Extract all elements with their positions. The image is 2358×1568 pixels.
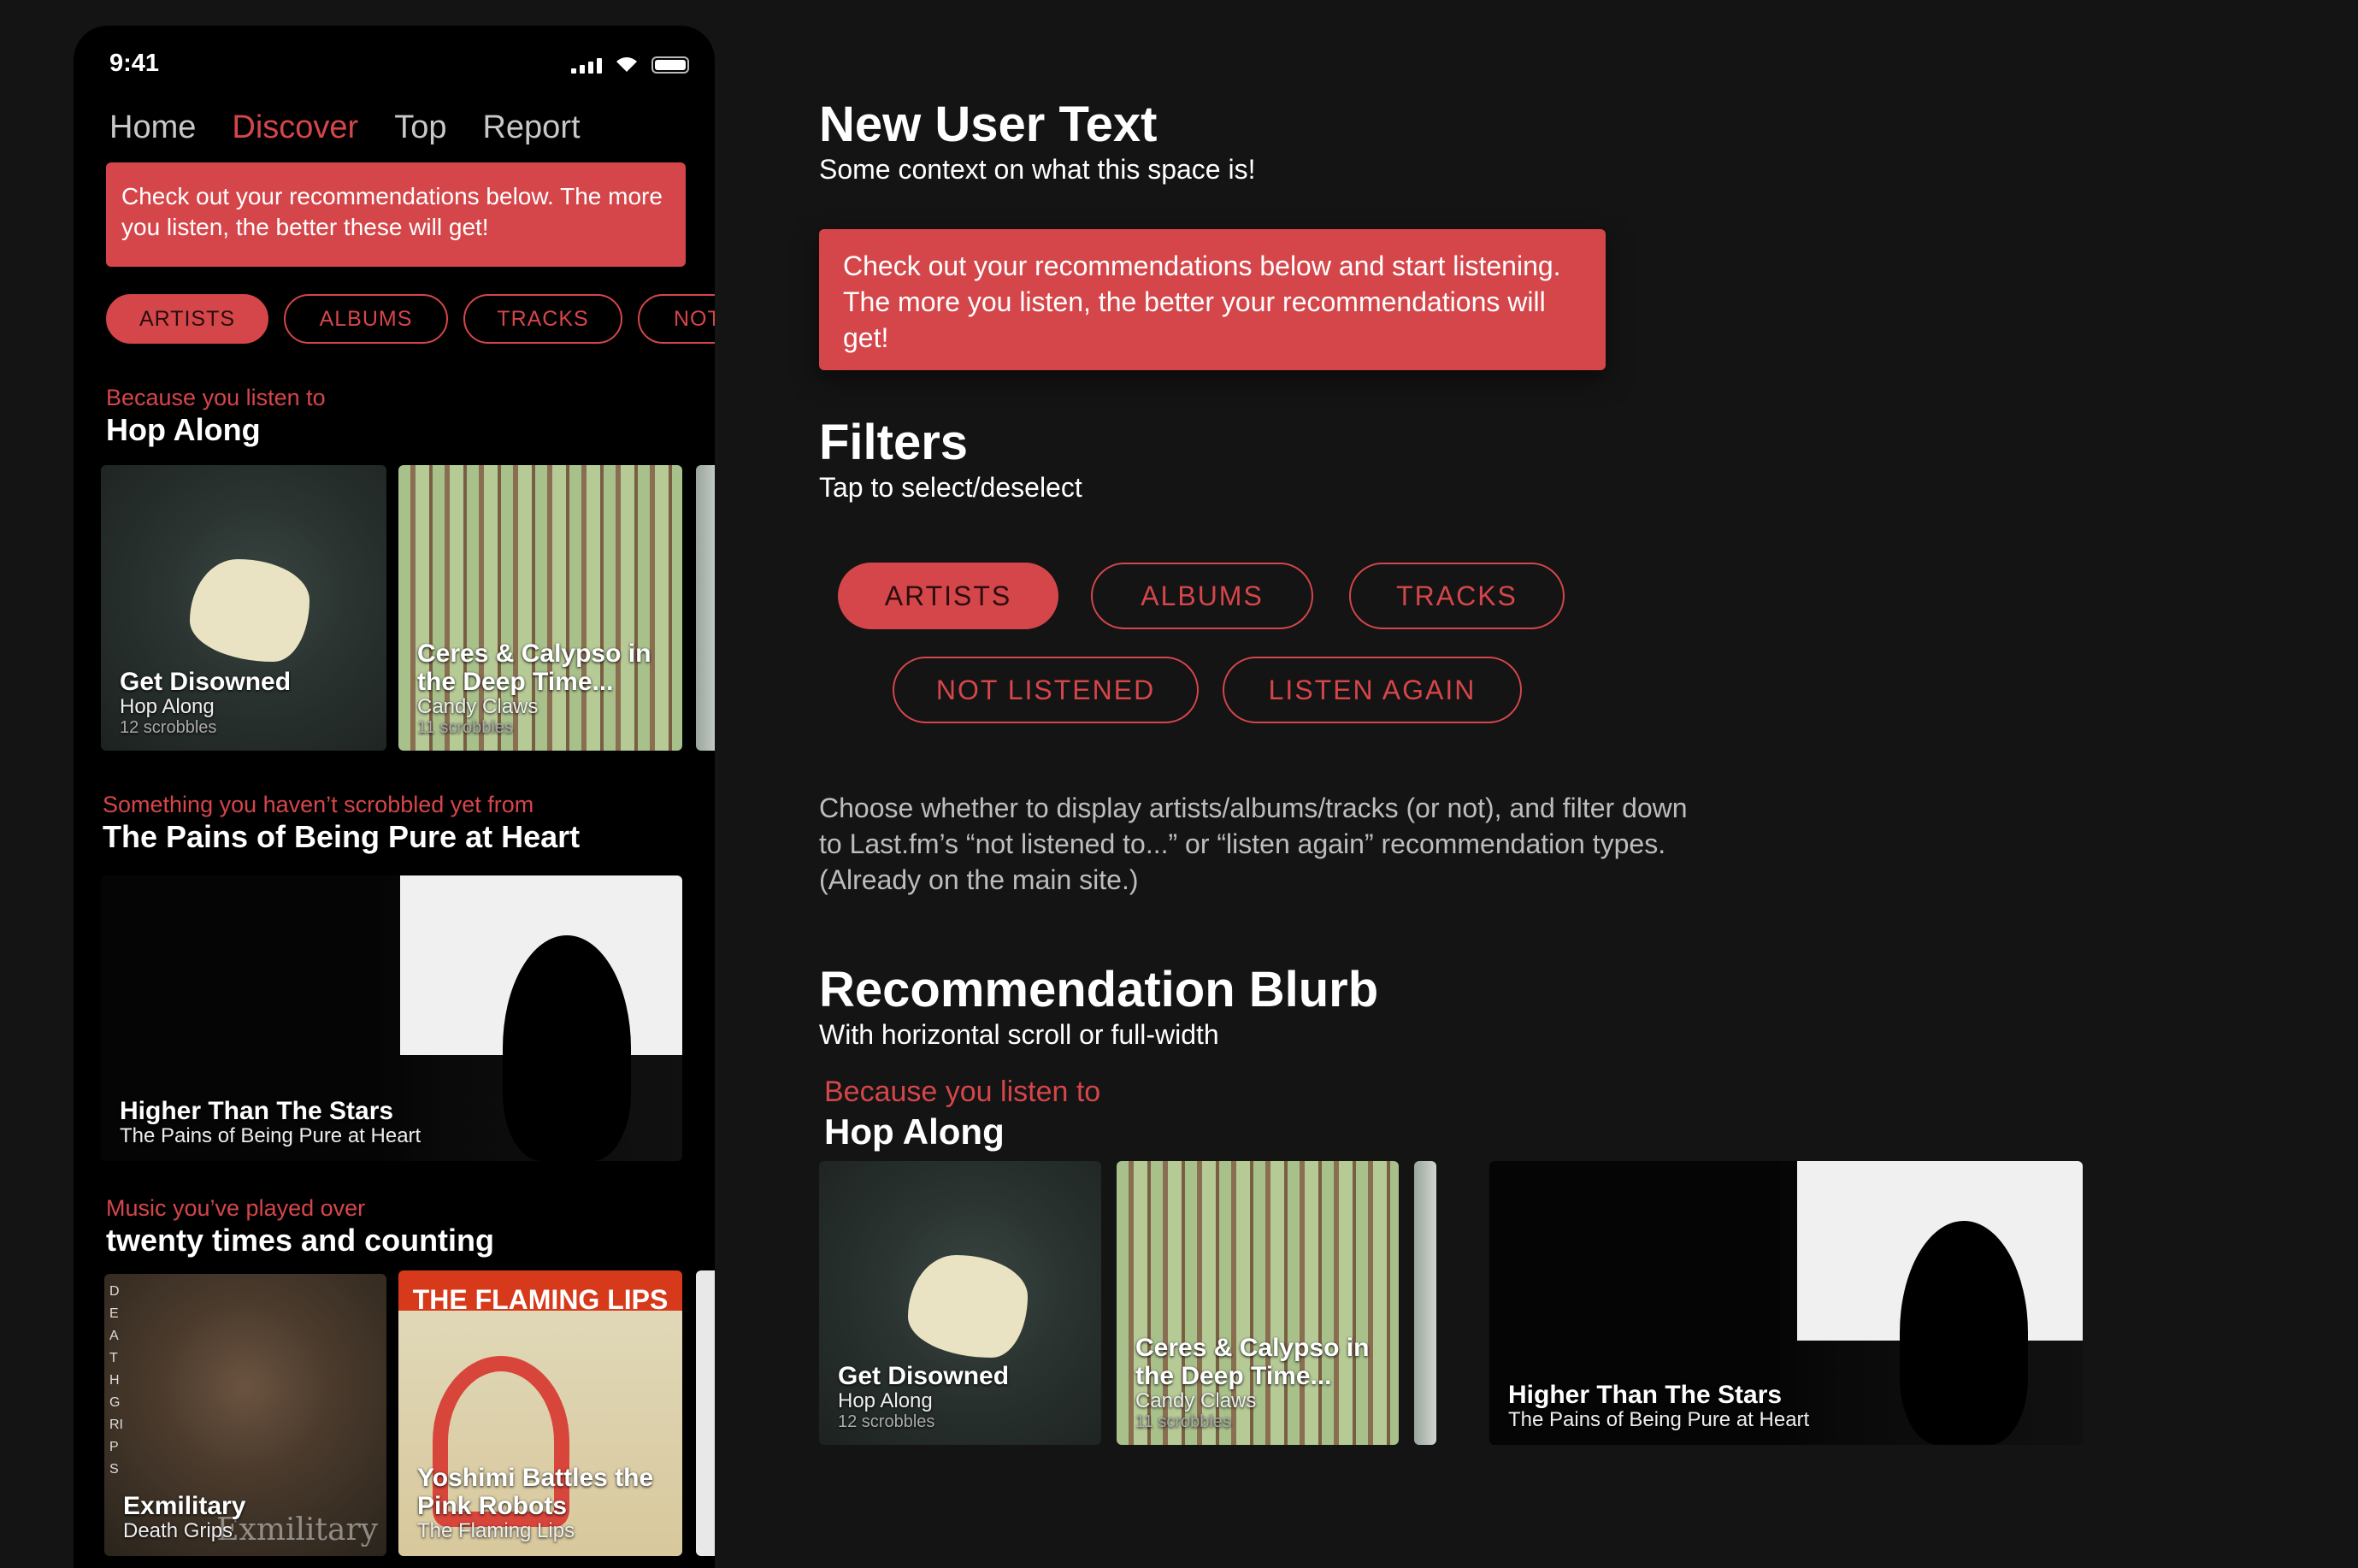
wifi-icon — [614, 55, 640, 74]
card-artist: Hop Along — [120, 694, 215, 718]
album-card-peek[interactable] — [696, 1270, 715, 1556]
nav-home[interactable]: Home — [109, 109, 196, 146]
section-label: Music you’ve played over — [106, 1195, 366, 1221]
album-card-exmilitary[interactable]: DEATH GRIPS Exmilitary Exmilitary Death … — [104, 1274, 386, 1556]
card-title: Get Disowned — [120, 667, 292, 696]
nav-report[interactable]: Report — [482, 109, 580, 146]
card-caption: Higher Than The Stars The Pains of Being… — [1508, 1381, 1809, 1431]
heading-filters: Filters — [819, 415, 969, 470]
heading-recommendation-blurb: Recommendation Blurb — [819, 962, 1379, 1017]
section-label: Because you listen to — [106, 385, 326, 410]
pill-not-listened[interactable]: NOT — [638, 294, 715, 344]
filters-description: Choose whether to display artists/albums… — [819, 793, 1688, 895]
card-caption: Ceres & Calypso in the Deep Time... Cand… — [1135, 1334, 1392, 1431]
card-caption: Higher Than The Stars The Pains of Being… — [120, 1097, 421, 1147]
card-caption: Get Disowned Hop Along 12 scrobbles — [120, 668, 291, 737]
signal-icon — [571, 58, 602, 74]
blurb-label: Because you listen to — [824, 1076, 1101, 1108]
new-user-banner-large: Check out your recommendations below and… — [819, 229, 1606, 370]
battery-icon — [651, 56, 689, 74]
card-title: Ceres & Calypso in the Deep Time... — [1135, 1333, 1370, 1390]
album-art-silhouette — [1900, 1221, 2028, 1445]
album-art-band-text: THE FLAMING LIPS — [412, 1284, 669, 1315]
filter-pills: ARTISTS ALBUMS TRACKS NOT — [106, 294, 715, 344]
filter-pill-listen-again[interactable]: LISTEN AGAIN — [1223, 657, 1522, 723]
card-caption: Exmilitary Death Grips — [123, 1492, 245, 1542]
card-caption: Ceres & Calypso in the Deep Time... Cand… — [417, 640, 674, 737]
album-card-yoshimi[interactable]: THE FLAMING LIPS Yoshimi Battles the Pin… — [398, 1270, 682, 1556]
card-artist: Candy Claws — [417, 694, 539, 718]
section-title: Hop Along — [106, 412, 261, 447]
card-title: Yoshimi Battles the Pink Robots — [417, 1463, 654, 1520]
card-title: Higher Than The Stars — [120, 1096, 394, 1125]
card-artist: Death Grips — [123, 1518, 233, 1542]
album-art-shape — [908, 1255, 1028, 1358]
card-scrobbles: 11 scrobbles — [1135, 1412, 1231, 1431]
album-card-peek[interactable] — [696, 465, 715, 751]
clock: 9:41 — [109, 50, 160, 77]
vertical-band-name: DEATH GRIPS — [109, 1284, 123, 1477]
phone-mockup: 9:41 Home Discover Top Report Check out … — [74, 26, 715, 1568]
pill-artists[interactable]: ARTISTS — [106, 294, 268, 344]
card-scrobbles: 12 scrobbles — [120, 718, 217, 737]
card-caption: Get Disowned Hop Along 12 scrobbles — [838, 1362, 1009, 1431]
album-art-silhouette — [503, 935, 631, 1161]
card-artist: The Flaming Lips — [417, 1518, 575, 1542]
section-title: twenty times and counting — [106, 1223, 495, 1258]
card-title: Get Disowned — [838, 1361, 1010, 1390]
card-artist: The Pains of Being Pure at Heart — [120, 1123, 421, 1147]
nav-discover[interactable]: Discover — [232, 109, 358, 146]
filter-pill-albums[interactable]: ALBUMS — [1091, 563, 1313, 629]
pill-albums[interactable]: ALBUMS — [284, 294, 448, 344]
card-artist: The Pains of Being Pure at Heart — [1508, 1407, 1810, 1431]
card-title: Ceres & Calypso in the Deep Time... — [417, 639, 651, 696]
blurb-card-peek[interactable] — [1414, 1161, 1436, 1445]
card-scrobbles: 11 scrobbles — [417, 718, 513, 737]
heading-new-user-text: New User Text — [819, 97, 1158, 152]
status-icons — [571, 55, 689, 74]
filter-pill-artists[interactable]: ARTISTS — [838, 563, 1058, 629]
card-title: Exmilitary — [123, 1491, 246, 1520]
nav-top[interactable]: Top — [394, 109, 446, 146]
blurb-card-ceres[interactable]: Ceres & Calypso in the Deep Time... Cand… — [1117, 1161, 1399, 1445]
subheading-recommendation-blurb: With horizontal scroll or full-width — [819, 1019, 1219, 1050]
card-caption: Yoshimi Battles the Pink Robots The Flam… — [417, 1464, 674, 1542]
status-bar: 9:41 — [74, 26, 715, 103]
section-label: Something you haven’t scrobbled yet from — [103, 792, 534, 817]
album-card-higher-than-the-stars[interactable]: Higher Than The Stars The Pains of Being… — [101, 875, 682, 1161]
album-art-shape — [190, 559, 309, 662]
blurb-title: Hop Along — [824, 1111, 1005, 1152]
section-title: The Pains of Being Pure at Heart — [103, 819, 581, 854]
subheading-filters: Tap to select/deselect — [819, 472, 1082, 503]
card-artist: Candy Claws — [1135, 1388, 1257, 1412]
card-scrobbles: 12 scrobbles — [838, 1412, 935, 1431]
blurb-card-get-disowned[interactable]: Get Disowned Hop Along 12 scrobbles — [819, 1161, 1101, 1445]
subheading-new-user-text: Some context on what this space is! — [819, 154, 1256, 185]
filter-pill-tracks[interactable]: TRACKS — [1349, 563, 1565, 629]
album-card-ceres[interactable]: Ceres & Calypso in the Deep Time... Cand… — [398, 465, 682, 751]
top-nav: Home Discover Top Report — [109, 109, 581, 146]
card-title: Higher Than The Stars — [1508, 1380, 1783, 1409]
album-card-get-disowned[interactable]: Get Disowned Hop Along 12 scrobbles — [101, 465, 386, 751]
blurb-card-higher-than-the-stars[interactable]: Higher Than The Stars The Pains of Being… — [1489, 1161, 2083, 1445]
pill-tracks[interactable]: TRACKS — [463, 294, 622, 344]
card-artist: Hop Along — [838, 1388, 933, 1412]
new-user-banner: Check out your recommendations below. Th… — [106, 162, 686, 267]
canvas: 9:41 Home Discover Top Report Check out … — [0, 0, 2358, 1568]
filter-pill-not-listened[interactable]: NOT LISTENED — [893, 657, 1199, 723]
